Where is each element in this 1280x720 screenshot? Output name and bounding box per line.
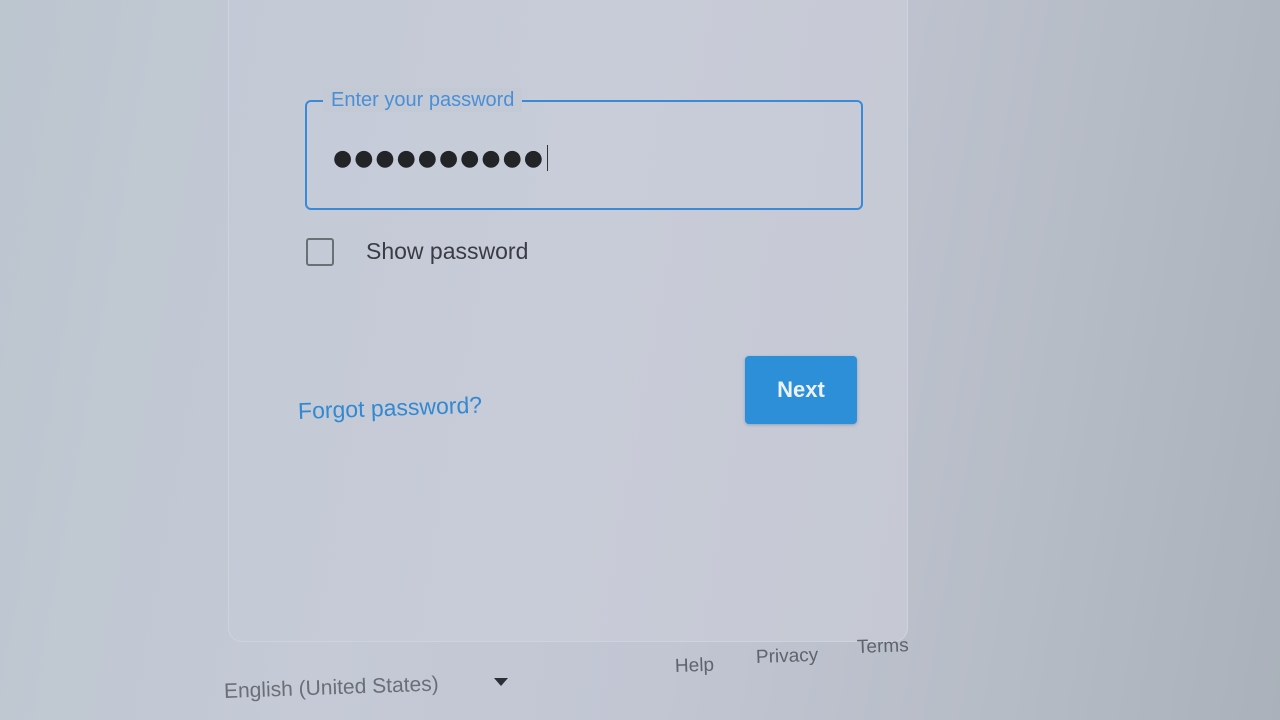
forgot-password-link[interactable]: Forgot password? xyxy=(297,390,483,426)
help-link[interactable]: Help xyxy=(675,655,715,678)
text-cursor xyxy=(546,145,548,171)
caret-down-icon xyxy=(494,678,508,686)
terms-link[interactable]: Terms xyxy=(857,635,909,659)
next-button[interactable]: Next xyxy=(745,356,857,424)
privacy-link[interactable]: Privacy xyxy=(756,645,819,669)
show-password-checkbox[interactable] xyxy=(306,238,334,266)
password-field-label: Enter your password xyxy=(323,88,523,112)
password-input[interactable]: ●●●●●●●●●● xyxy=(333,142,548,174)
show-password-label[interactable]: Show password xyxy=(366,236,528,266)
language-select-value: English (United States) xyxy=(223,672,440,703)
password-masked-value: ●●●●●●●●●● xyxy=(333,145,545,171)
password-field[interactable]: Enter your password ●●●●●●●●●● xyxy=(305,88,863,210)
language-select[interactable]: English (United States) xyxy=(223,672,524,712)
